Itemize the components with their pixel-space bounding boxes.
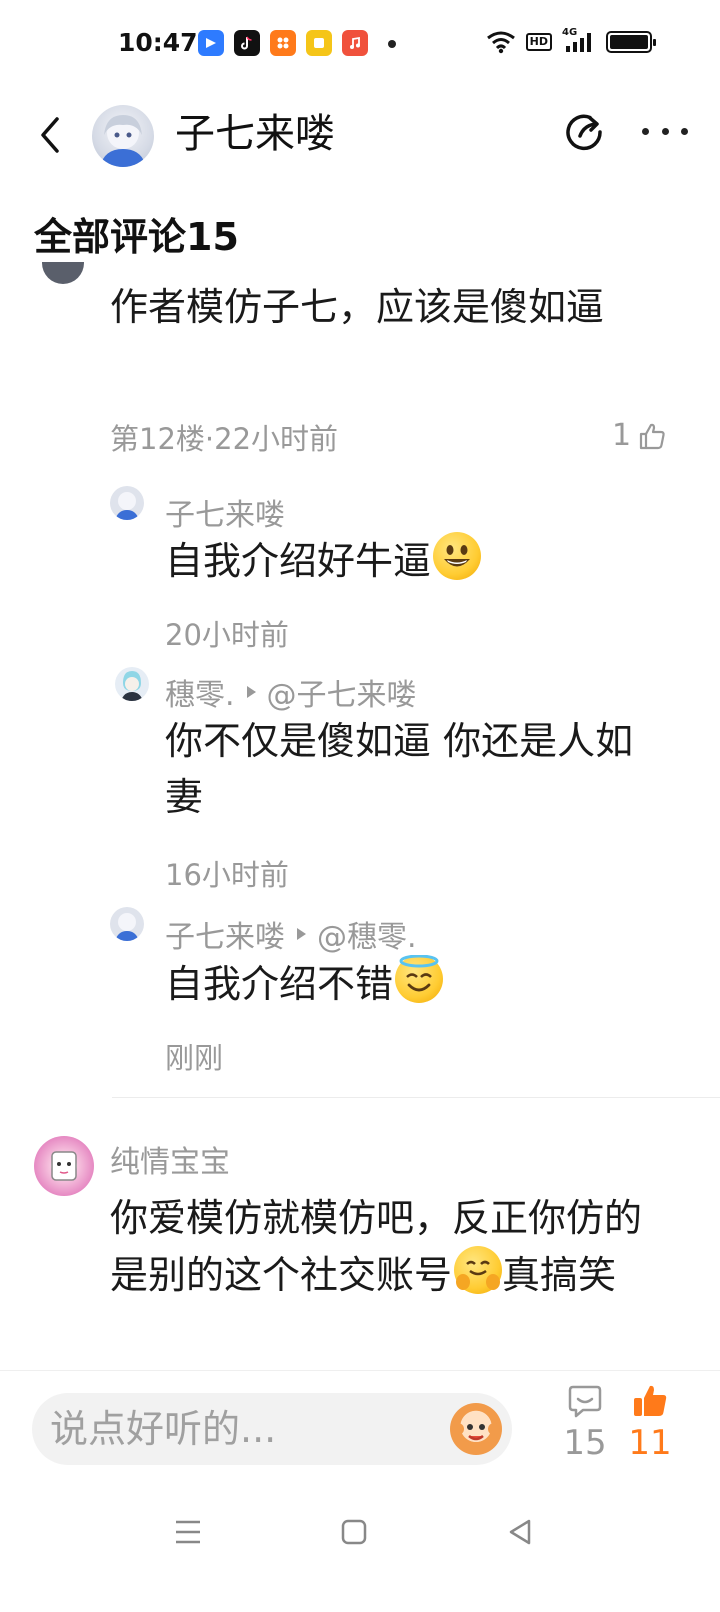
menu-button[interactable] [168, 1512, 208, 1552]
comment-like-button[interactable]: 1 [612, 418, 667, 453]
comment-divider [112, 1097, 720, 1098]
back-button[interactable] [30, 112, 70, 158]
comments-section-title: 全部评论15 [34, 215, 239, 259]
author-avatar[interactable] [92, 105, 154, 167]
reply-arrow-icon [297, 928, 306, 940]
commenter-name[interactable]: 纯情宝宝 [110, 1137, 230, 1181]
network-label: 4G [562, 27, 578, 38]
comment-meta: 第12楼·22小时前 [110, 422, 339, 456]
reply-text-content: 自我介绍好牛逼 [165, 539, 432, 583]
signal-icon: 4G [562, 27, 596, 54]
reply-text: 你不仅是傻如逼 你还是人如妻 [165, 719, 634, 819]
header-title: 子七来喽 [175, 111, 335, 157]
more-dot-icon [642, 127, 649, 135]
comment-text: 你爱模仿就模仿吧，反正你仿的是别的这个社交账号 真搞笑 [110, 1190, 650, 1303]
comment-bar: 15 11 [0, 1370, 720, 1490]
comment-input-container[interactable] [32, 1393, 512, 1465]
menu-icon [176, 1520, 200, 1544]
reply-text-content: 自我介绍不错 [165, 962, 394, 1006]
reply-header: 穗零. @子七来喽 [165, 670, 417, 714]
commenter-avatar[interactable] [42, 262, 84, 288]
grinning-emoji-icon [433, 532, 482, 580]
reply-avatar[interactable] [115, 667, 149, 701]
more-dot-icon [681, 127, 688, 135]
monkey-emoji-icon [452, 1423, 500, 1441]
reply-time: 16小时前 [165, 858, 289, 892]
hd-icon: HD [525, 33, 552, 51]
thumbs-up-filled-icon [634, 1385, 667, 1416]
comment-text-end: 真搞笑 [502, 1253, 617, 1297]
like-count: 1 [612, 418, 632, 453]
music-icon [342, 30, 368, 56]
reply-mention[interactable]: @穗零. [317, 912, 417, 956]
reply-time: 20小时前 [165, 618, 289, 652]
notes-icon [306, 30, 332, 56]
comment-text: 作者模仿子七，应该是傻如逼 [110, 285, 605, 329]
tiktok-icon [234, 30, 260, 56]
reply-author[interactable]: 穗零. [165, 670, 235, 714]
comment-bubble-icon [568, 1385, 602, 1418]
emoji-picker-button[interactable] [450, 1403, 502, 1455]
notification-icons [198, 30, 368, 56]
app-grid-icon [270, 30, 296, 56]
commenter-avatar[interactable] [34, 1136, 94, 1196]
reply-time: 刚刚 [165, 1041, 224, 1075]
system-nav-bar [0, 1490, 720, 1612]
thumbs-up-icon [639, 423, 665, 449]
home-button[interactable] [334, 1512, 374, 1552]
reply-author[interactable]: 子七来喽 [165, 490, 285, 534]
chevron-left-icon [41, 117, 59, 153]
share-button[interactable] [562, 110, 606, 154]
status-bar: 10:47 HD 4G [0, 0, 720, 90]
more-options-button[interactable] [642, 116, 688, 146]
reply-text: 自我介绍好牛逼 [165, 532, 482, 589]
more-dot-icon [661, 127, 669, 135]
comment-input[interactable] [50, 1393, 430, 1465]
battery-icon [606, 31, 656, 53]
hugging-emoji-icon [454, 1246, 503, 1294]
reply-avatar[interactable] [110, 907, 144, 941]
nav-back-button[interactable] [500, 1512, 540, 1552]
wifi-icon [486, 31, 515, 54]
comment-count: 15 [563, 1423, 607, 1463]
like-count: 11 [628, 1423, 672, 1463]
reply-header: 子七来喽 @穗零. [165, 912, 417, 956]
triangle-back-icon [509, 1519, 531, 1545]
comment-count-button[interactable]: 15 [555, 1383, 615, 1463]
reply-mention[interactable]: @子七来喽 [267, 670, 417, 714]
reply-arrow-icon [246, 686, 256, 698]
reply-text: 自我介绍不错 [165, 955, 444, 1012]
feishu-icon [198, 30, 224, 56]
home-square-icon [341, 1519, 367, 1545]
reply-avatar[interactable] [110, 486, 144, 520]
top-nav-bar: 子七来喽 [0, 90, 720, 180]
smiling-halo-emoji-icon [395, 955, 444, 1003]
system-icons: HD 4G [486, 27, 656, 54]
share-icon [566, 114, 602, 151]
more-notifications-dot [388, 40, 396, 48]
status-time: 10:47 [118, 28, 198, 57]
like-button[interactable]: 11 [620, 1383, 680, 1463]
reply-author[interactable]: 子七来喽 [165, 912, 285, 956]
